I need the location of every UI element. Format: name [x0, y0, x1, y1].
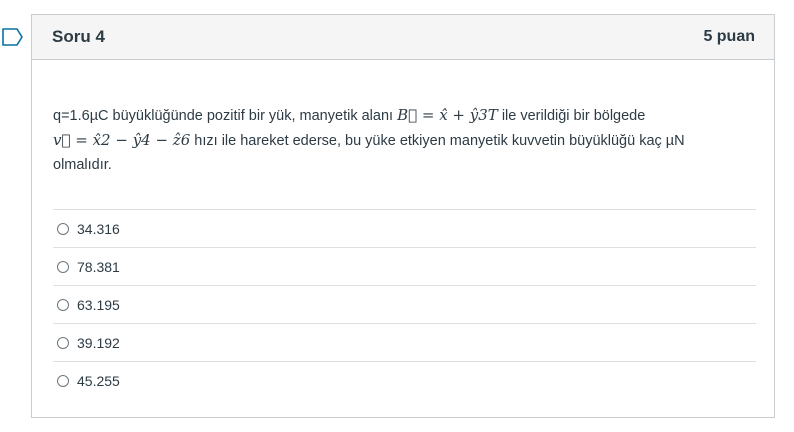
answer-label[interactable]: 63.195: [77, 297, 120, 313]
question-text: q=1.6µC büyüklüğünde pozitif bir yük, ma…: [53, 103, 753, 177]
answer-label[interactable]: 45.255: [77, 373, 120, 389]
magnetic-field-formula: B⃗ = x̂ + ŷ3T: [397, 106, 498, 124]
question-header: Soru 4 5 puan: [32, 15, 774, 60]
answer-option[interactable]: 45.255: [53, 361, 756, 399]
velocity-formula: v⃗ = x̂2 − ŷ4 − ẑ6: [53, 131, 191, 149]
question-text-part: hızı ile hareket ederse, bu yüke etkiyen…: [190, 133, 685, 149]
question-points: 5 puan: [703, 28, 755, 45]
answer-label[interactable]: 39.192: [77, 335, 120, 351]
answer-option[interactable]: 39.192: [53, 323, 756, 361]
answer-option[interactable]: 34.316: [53, 209, 756, 247]
answer-label[interactable]: 78.381: [77, 259, 120, 275]
question-text-part: olmalıdır.: [53, 157, 112, 173]
radio-button[interactable]: [57, 260, 69, 273]
radio-button[interactable]: [57, 222, 69, 235]
radio-button[interactable]: [57, 374, 69, 387]
question-text-part: q=1.6µC büyüklüğünde pozitif bir yük, ma…: [53, 108, 398, 124]
answer-option[interactable]: 78.381: [53, 247, 756, 285]
question-card: Soru 4 5 puan q=1.6µC büyüklüğünde pozit…: [31, 14, 775, 418]
answer-label[interactable]: 34.316: [77, 221, 120, 237]
question-text-part: ile verildiği bir bölgede: [497, 108, 646, 124]
radio-button[interactable]: [57, 298, 69, 311]
answer-option[interactable]: 63.195: [53, 285, 756, 323]
radio-button[interactable]: [57, 336, 69, 349]
question-title: Soru 4: [52, 27, 105, 46]
answer-list: 34.316 78.381 63.195 39.192 45.255: [53, 209, 756, 399]
flag-question-icon[interactable]: [2, 28, 24, 46]
